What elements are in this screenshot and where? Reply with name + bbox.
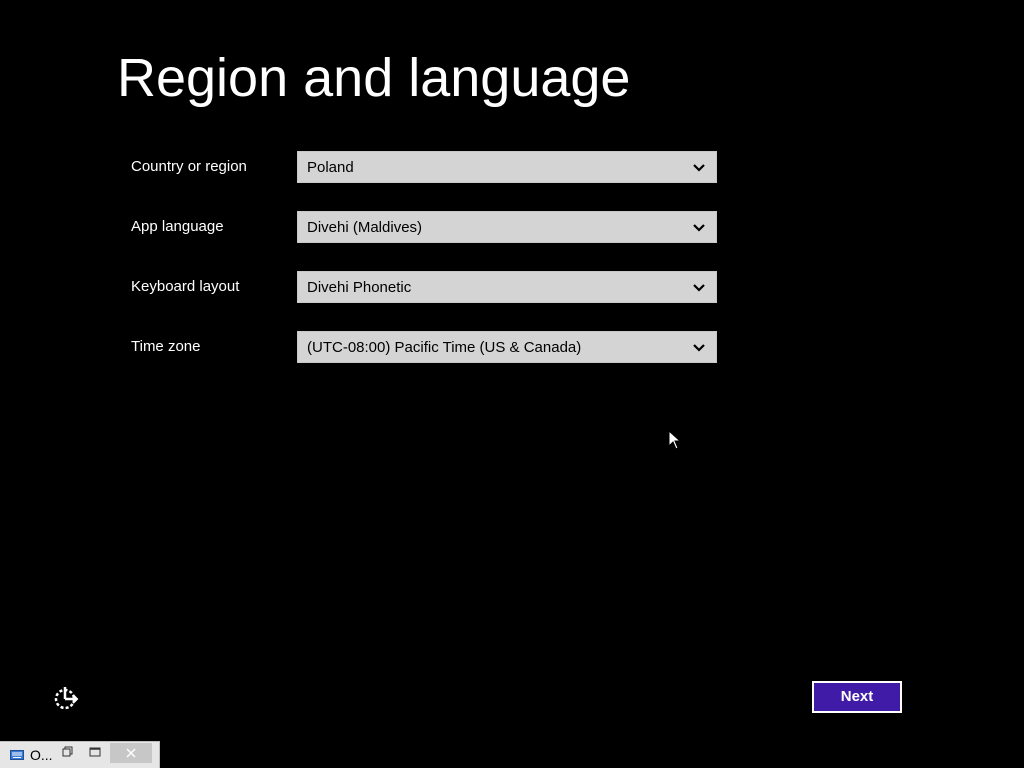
keyboard-layout-row: Keyboard layout Divehi Phonetic [131,271,721,303]
time-zone-label: Time zone [131,338,201,355]
chevron-down-icon [693,224,705,232]
taskbar-window-title: O... [30,747,53,763]
keyboard-layout-value: Divehi Phonetic [307,279,412,296]
chevron-down-icon [693,284,705,292]
mouse-pointer-icon [668,430,682,450]
next-button[interactable]: Next [812,681,902,713]
country-label: Country or region [131,158,247,175]
restore-icon[interactable] [62,746,74,758]
ease-of-access-icon[interactable] [52,684,80,712]
chevron-down-icon [693,344,705,352]
country-select[interactable]: Poland [297,151,717,183]
app-language-select[interactable]: Divehi (Maldives) [297,211,717,243]
keyboard-layout-select[interactable]: Divehi Phonetic [297,271,717,303]
keyboard-layout-label: Keyboard layout [131,278,240,295]
keyboard-icon [10,750,24,760]
setup-page: Region and language Country or region Po… [0,0,1024,768]
page-title: Region and language [117,48,631,108]
close-icon [126,748,136,758]
app-language-value: Divehi (Maldives) [307,219,423,236]
taskbar-window-tab[interactable]: O... [0,741,160,768]
time-zone-value: (UTC-08:00) Pacific Time (US & Canada) [307,339,582,356]
app-language-row: App language Divehi (Maldives) [131,211,721,243]
time-zone-row: Time zone (UTC-08:00) Pacific Time (US &… [131,331,721,363]
country-row: Country or region Poland [131,151,721,183]
close-button[interactable] [110,743,152,763]
country-value: Poland [307,159,354,176]
chevron-down-icon [693,164,705,172]
maximize-icon[interactable] [89,746,101,758]
app-language-label: App language [131,218,224,235]
time-zone-select[interactable]: (UTC-08:00) Pacific Time (US & Canada) [297,331,717,363]
